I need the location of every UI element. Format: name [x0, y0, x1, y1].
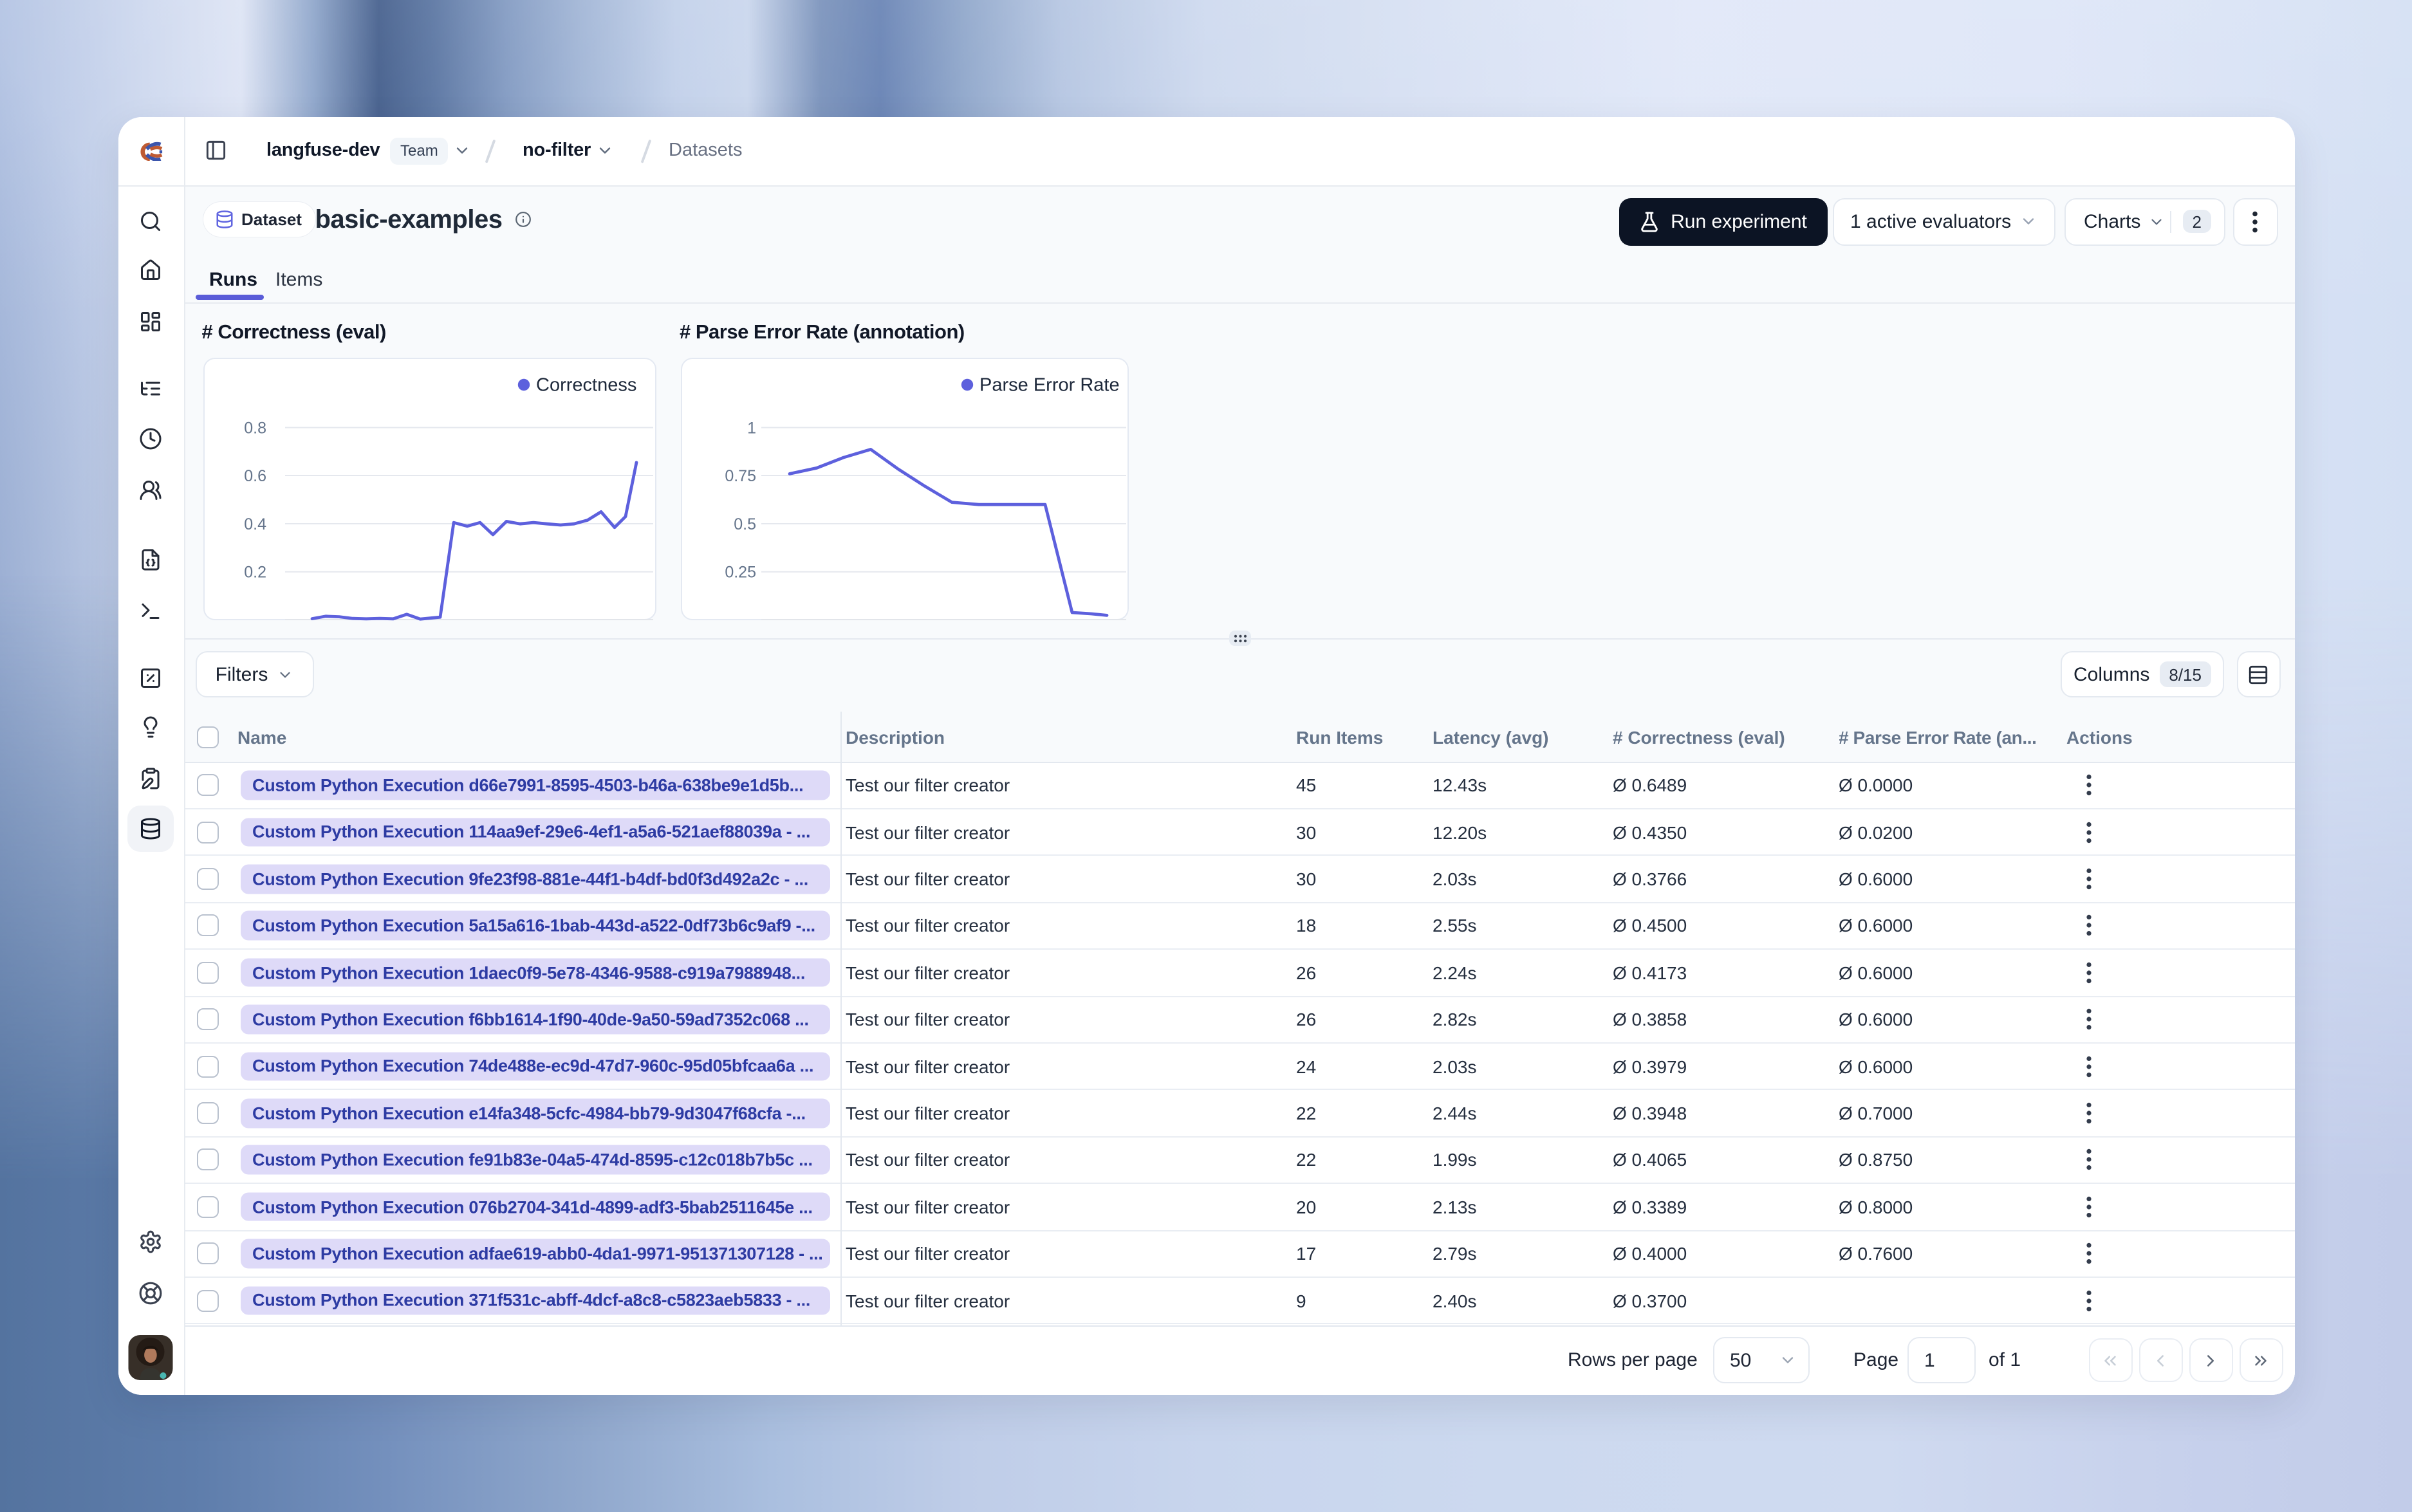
svg-text:0.6: 0.6	[243, 466, 266, 484]
svg-text:0.5: 0.5	[733, 515, 756, 533]
svg-text:1: 1	[747, 418, 756, 436]
svg-text:0.4: 0.4	[243, 515, 266, 533]
svg-text:0.75: 0.75	[724, 466, 756, 484]
svg-text:0.25: 0.25	[724, 563, 756, 581]
svg-text:0.8: 0.8	[243, 418, 266, 436]
svg-text:0.2: 0.2	[243, 563, 266, 581]
svg-text:Correctness: Correctness	[535, 374, 636, 395]
svg-text:Parse Error Rate: Parse Error Rate	[979, 374, 1119, 395]
